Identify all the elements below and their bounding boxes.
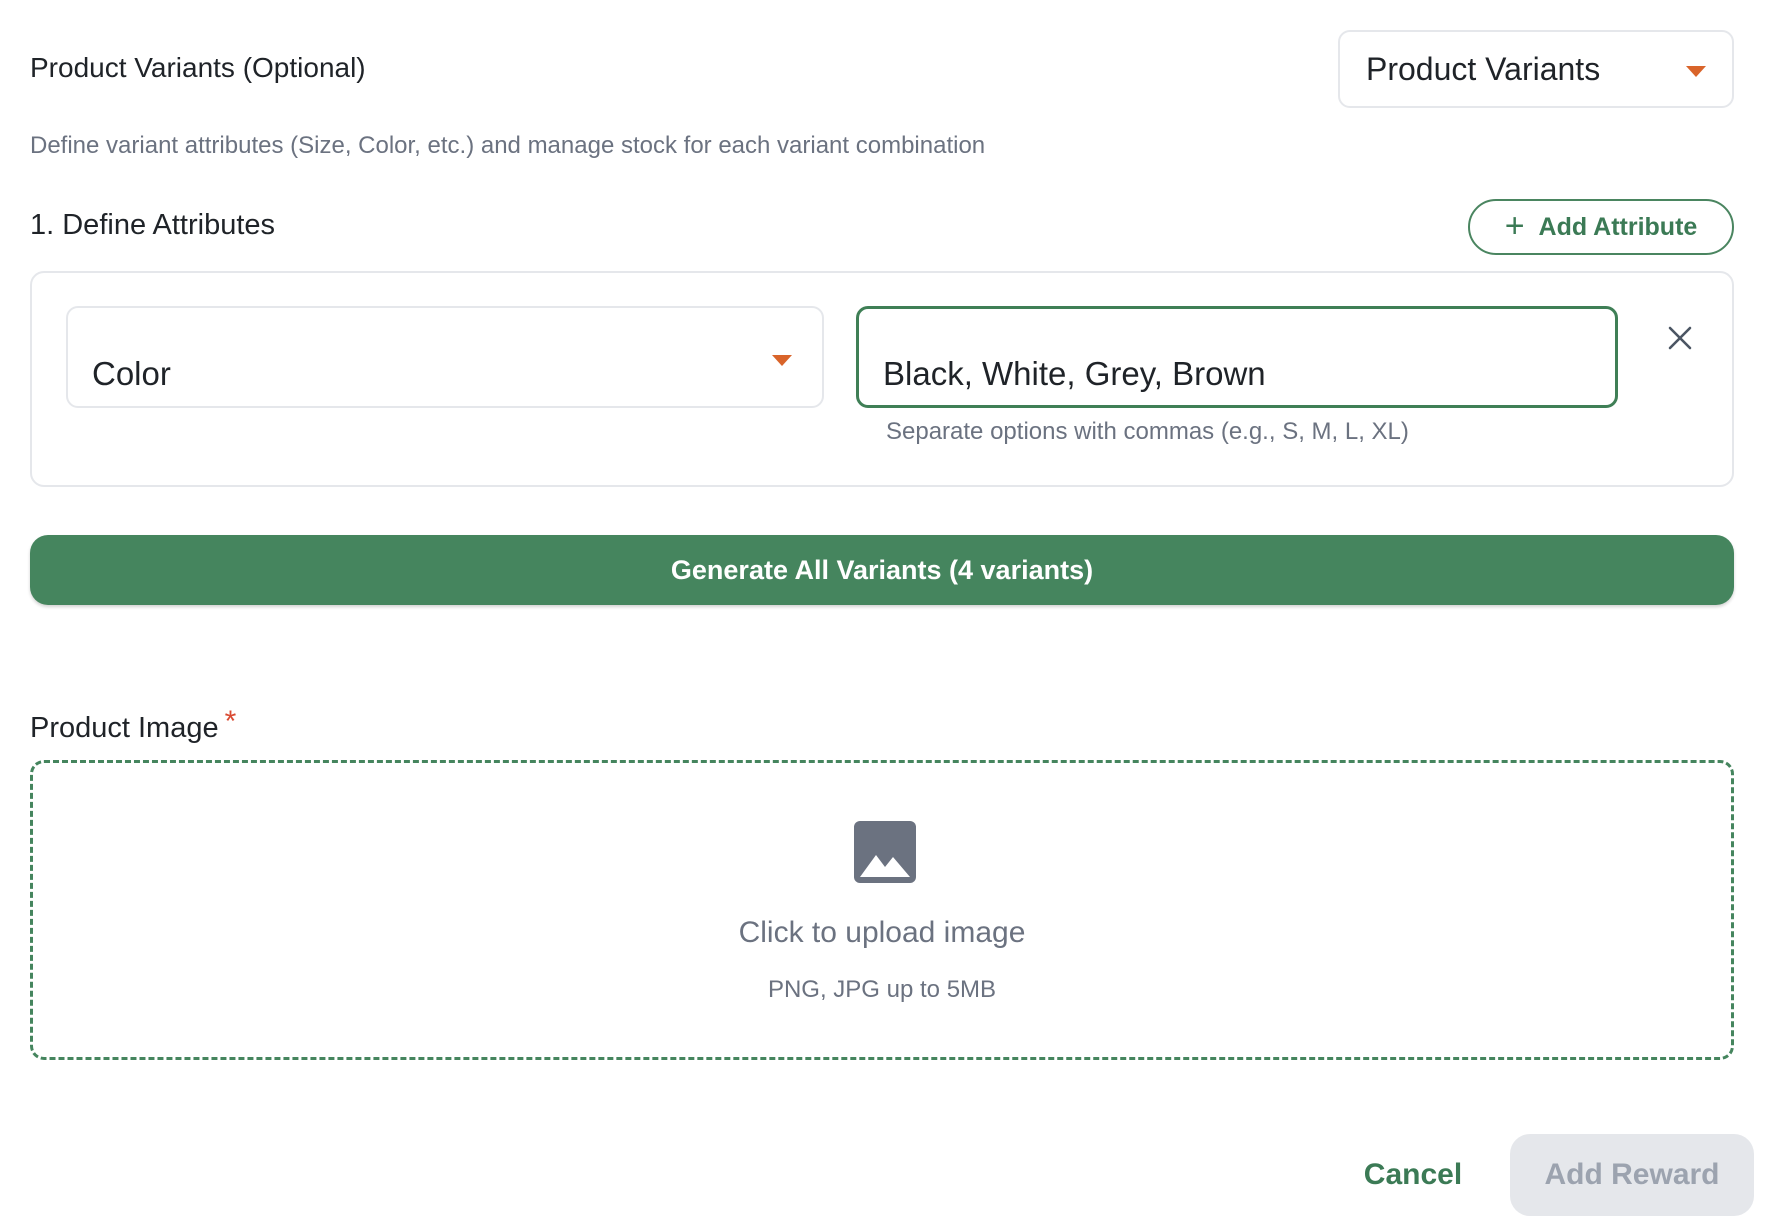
variants-description: Define variant attributes (Size, Color, … [30, 132, 986, 159]
upload-file-hint: PNG, JPG up to 5MB [767, 976, 997, 1003]
chevron-down-icon [772, 355, 792, 366]
product-variants-dropdown-label: Product Variants [1366, 51, 1601, 87]
cancel-button[interactable]: Cancel [1348, 1153, 1478, 1197]
define-attributes-heading: 1. Define Attributes [30, 209, 276, 241]
close-icon [1668, 326, 1692, 350]
required-indicator: * [224, 705, 237, 738]
image-upload-dropzone[interactable]: Click to upload image PNG, JPG up to 5MB [30, 760, 1734, 1060]
add-attribute-label: Add Attribute [1538, 212, 1698, 241]
attribute-type-select[interactable]: Color [66, 306, 824, 408]
attribute-card: Color Black, White, Grey, Brown Separate… [30, 271, 1734, 487]
upload-instruction: Click to upload image [738, 916, 1026, 949]
variants-section-title: Product Variants (Optional) [30, 52, 366, 83]
generate-variants-button[interactable]: Generate All Variants (4 variants) [30, 535, 1734, 605]
image-icon [854, 821, 916, 883]
attribute-options-helper: Separate options with commas (e.g., S, M… [886, 418, 1409, 445]
add-reward-button[interactable]: Add Reward [1510, 1134, 1754, 1216]
attribute-type-value: Color [92, 355, 171, 392]
remove-attribute-button[interactable] [1658, 316, 1702, 360]
chevron-down-icon [1686, 66, 1706, 77]
product-image-label: Product Image [30, 712, 219, 744]
attribute-options-value: Black, White, Grey, Brown [883, 355, 1266, 392]
product-variants-dropdown[interactable]: Product Variants [1338, 30, 1734, 108]
add-attribute-button[interactable]: + Add Attribute [1468, 199, 1734, 255]
product-image-heading: Product Image * [30, 705, 236, 745]
attribute-options-input[interactable]: Black, White, Grey, Brown [856, 306, 1618, 408]
plus-icon: + [1504, 206, 1525, 245]
